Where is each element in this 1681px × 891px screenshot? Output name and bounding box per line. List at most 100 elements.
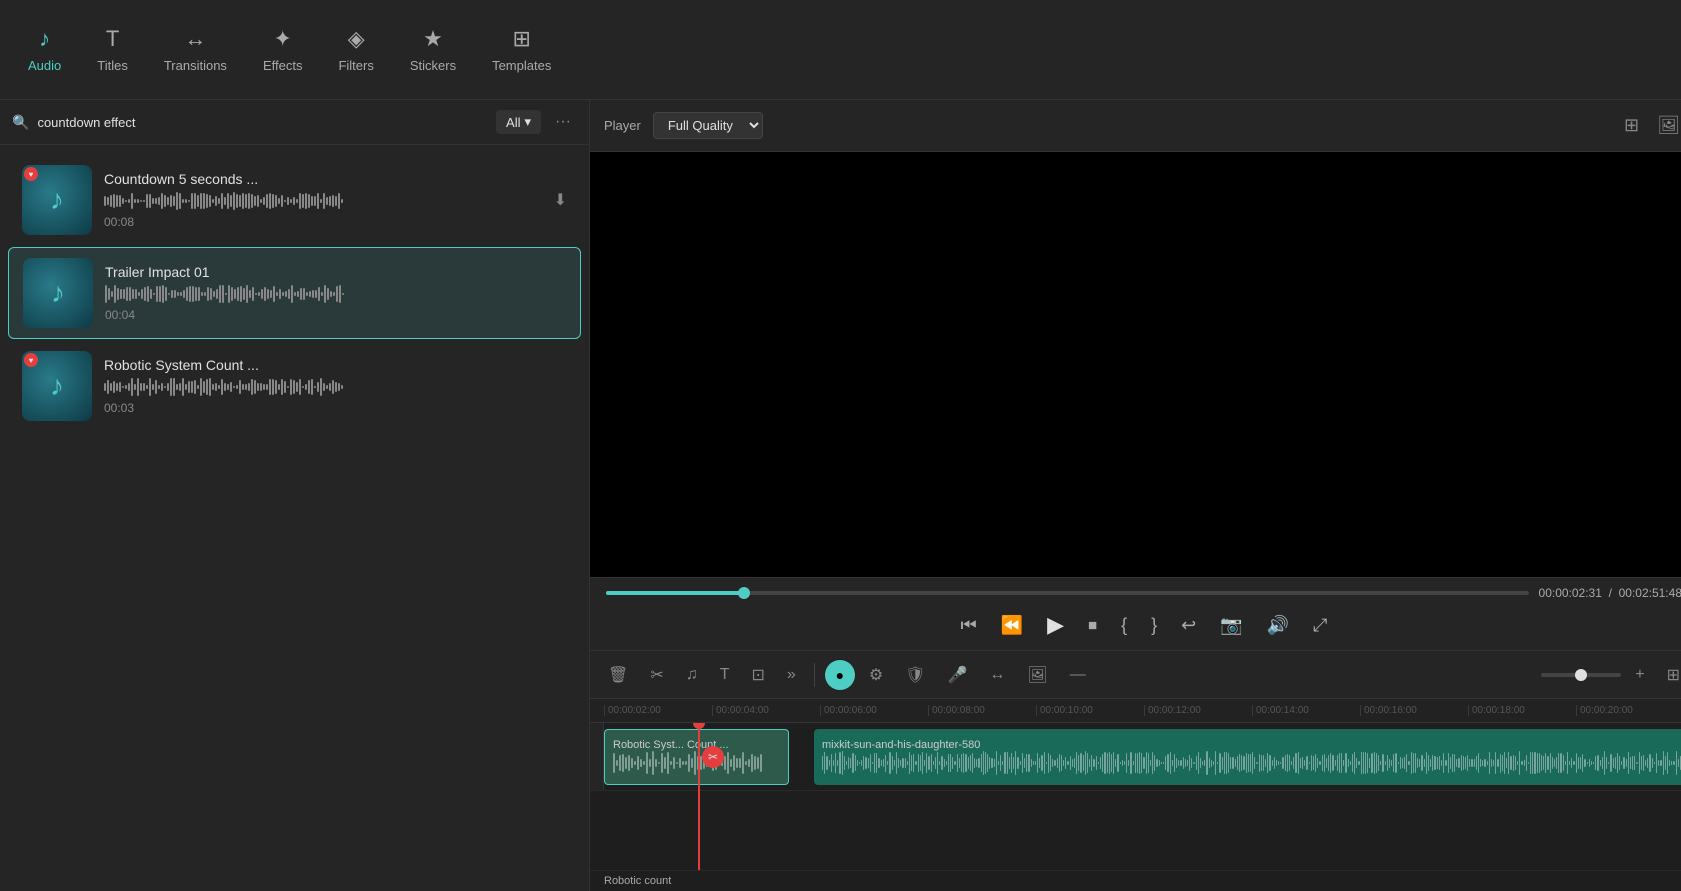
- nav-filters-label: Filters: [338, 58, 373, 73]
- ruler-mark: 00:00:12:00: [1144, 705, 1252, 716]
- player-controls: 00:00:02:31 / 00:02:51:48 ⏮ ⏪ ▶ ⏹ { } ↩ …: [590, 577, 1681, 650]
- audio-duration: 00:08: [104, 215, 542, 229]
- shield-button[interactable]: 🛡: [897, 661, 933, 689]
- zoom-thumb: [1575, 669, 1587, 681]
- stop-button[interactable]: ⏹: [1080, 611, 1105, 640]
- track-label: [590, 723, 604, 790]
- center-panel: Player Full Quality Half Quality ⊞ 🖼 00:…: [590, 100, 1681, 891]
- audio-title: Countdown 5 seconds ...: [104, 171, 542, 187]
- nav-titles-label: Titles: [97, 58, 128, 73]
- playhead[interactable]: [698, 723, 700, 870]
- nav-stickers-label: Stickers: [410, 58, 456, 73]
- ruler-mark: 00:00:14:00: [1252, 705, 1360, 716]
- audio-thumbnail: ♥ ♪: [22, 351, 92, 421]
- audio-thumbnail: ♥ ♪: [22, 165, 92, 235]
- mark-in-button[interactable]: {: [1113, 611, 1135, 640]
- effects-icon: ✦: [273, 26, 291, 52]
- transitions-icon: ↔: [184, 26, 206, 52]
- time-display: 00:00:02:31 / 00:02:51:48: [1539, 586, 1681, 600]
- zoom-in-button[interactable]: +: [1627, 662, 1652, 688]
- fullscreen-button[interactable]: 🖼: [1653, 111, 1681, 140]
- more-tools-button[interactable]: »: [779, 662, 804, 688]
- badge-icon: ♥: [24, 167, 38, 181]
- clip-waveform-music: [822, 751, 1681, 775]
- play-button[interactable]: ▶: [1039, 608, 1072, 642]
- audio-waveform: [104, 377, 567, 397]
- nav-effects-label: Effects: [263, 58, 303, 73]
- download-icon[interactable]: ⬇: [554, 190, 567, 210]
- badge-icon: ♥: [24, 353, 38, 367]
- zoom-track[interactable]: [1541, 673, 1621, 677]
- audio-list: ♥ ♪ Countdown 5 seconds ... 00:08 ⬇ ♪ Tr…: [0, 145, 589, 891]
- bottom-clip-label: Robotic count: [590, 870, 1681, 891]
- audio-duration: 00:04: [105, 308, 566, 322]
- filter-button[interactable]: All ▾: [496, 110, 541, 134]
- progress-bar-container: 00:00:02:31 / 00:02:51:48: [606, 586, 1681, 600]
- snapshot-button[interactable]: 📷: [1212, 611, 1250, 640]
- track-content: Robotic Syst... Count ... ✂ mixkit-sun-a…: [604, 723, 1681, 790]
- nav-transitions[interactable]: ↔ Transitions: [146, 18, 245, 81]
- progress-thumb: [738, 587, 750, 599]
- step-back-button[interactable]: ⏪: [993, 611, 1031, 640]
- left-panel: 🔍 All ▾ ··· ♥ ♪ Countdown 5 seconds ... …: [0, 100, 590, 891]
- timeline-area: 🗑 ✂ ♫ T ⊡ » ● ⚙ 🛡 🎤 ↔ 🖼 — +: [590, 650, 1681, 870]
- grid-view-button[interactable]: ⊞: [1620, 111, 1643, 140]
- progress-track[interactable]: [606, 591, 1529, 595]
- filters-icon: ◈: [348, 26, 365, 52]
- list-item[interactable]: ♪ Trailer Impact 01 00:04: [8, 247, 581, 339]
- quality-select[interactable]: Full Quality Half Quality: [653, 112, 763, 139]
- scissors-icon: ✂: [702, 746, 724, 768]
- nav-effects[interactable]: ✦ Effects: [245, 18, 321, 81]
- list-item[interactable]: ♥ ♪ Robotic System Count ... 00:03: [8, 341, 581, 431]
- player-header-actions: ⊞ 🖼: [1620, 111, 1681, 140]
- settings-button[interactable]: ⚙: [861, 661, 891, 689]
- nav-templates-label: Templates: [492, 58, 551, 73]
- active-tool-button[interactable]: ●: [825, 660, 855, 690]
- nav-templates[interactable]: ⊞ Templates: [474, 18, 569, 81]
- zoom-out-button[interactable]: —: [1062, 662, 1094, 688]
- audio-info: Countdown 5 seconds ... 00:08: [104, 171, 542, 229]
- music-note-icon: ♪: [50, 370, 64, 402]
- timeline-tracks: Robotic Syst... Count ... ✂ mixkit-sun-a…: [590, 723, 1681, 870]
- image-button[interactable]: 🖼: [1019, 661, 1055, 689]
- rewind-button[interactable]: ⏮: [953, 611, 985, 640]
- zoom-control: [1541, 673, 1621, 677]
- toolbar-separator: [814, 663, 815, 687]
- cut-button[interactable]: ✂: [642, 661, 671, 689]
- stickers-icon: ★: [423, 26, 443, 52]
- audio-detach-button[interactable]: ♫: [678, 662, 706, 688]
- audio-waveform: [104, 191, 542, 211]
- music-note-icon: ♪: [50, 184, 64, 216]
- crop-button[interactable]: ⊡: [744, 661, 773, 689]
- more-options-button[interactable]: ···: [549, 111, 577, 133]
- nav-filters[interactable]: ◈ Filters: [320, 18, 391, 81]
- ruler-mark: 00:00:10:00: [1036, 705, 1144, 716]
- clip-name-music: mixkit-sun-and-his-daughter-580: [822, 739, 1681, 751]
- layout-button[interactable]: ⊞: [1659, 661, 1681, 689]
- player-header: Player Full Quality Half Quality ⊞ 🖼: [590, 100, 1681, 152]
- nav-stickers[interactable]: ★ Stickers: [392, 18, 474, 81]
- delete-button[interactable]: 🗑: [600, 661, 636, 689]
- audio-title: Robotic System Count ...: [104, 357, 567, 373]
- music-note-icon: ♪: [51, 277, 65, 309]
- audio-info: Robotic System Count ... 00:03: [104, 357, 567, 415]
- clip-block-music[interactable]: mixkit-sun-and-his-daughter-580: [814, 729, 1681, 785]
- resize-button[interactable]: ⤢: [1305, 611, 1335, 640]
- clip-block-robotic[interactable]: Robotic Syst... Count ... ✂: [604, 729, 789, 785]
- list-item[interactable]: ♥ ♪ Countdown 5 seconds ... 00:08 ⬇: [8, 155, 581, 245]
- insert-button[interactable]: ↩: [1173, 611, 1204, 640]
- mic-button[interactable]: 🎤: [939, 661, 975, 689]
- volume-button[interactable]: 🔊: [1259, 611, 1297, 640]
- search-input[interactable]: [37, 115, 488, 130]
- ruler-mark: 00:00:06:00: [820, 705, 928, 716]
- audio-thumbnail: ♪: [23, 258, 93, 328]
- robotic-count-label: Robotic count: [604, 875, 671, 887]
- mark-out-button[interactable]: }: [1143, 611, 1165, 640]
- nav-titles[interactable]: T Titles: [79, 18, 146, 81]
- text-button[interactable]: T: [712, 662, 738, 688]
- progress-fill: [606, 591, 744, 595]
- audio-title: Trailer Impact 01: [105, 264, 566, 280]
- audio-info: Trailer Impact 01 00:04: [105, 264, 566, 322]
- nav-audio[interactable]: ♪ Audio: [10, 18, 79, 81]
- transition-button[interactable]: ↔: [981, 662, 1013, 688]
